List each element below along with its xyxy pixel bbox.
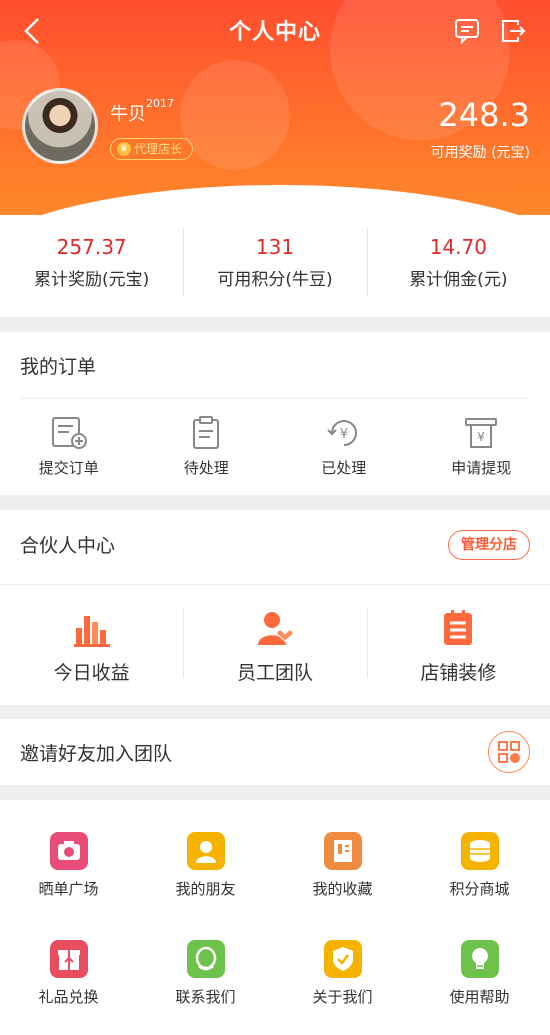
gift-icon <box>49 940 88 978</box>
grid-label: 联系我们 <box>175 988 236 1006</box>
grid-label: 积分商城 <box>449 880 510 898</box>
qr-code-icon[interactable] <box>488 731 530 773</box>
svg-text:¥: ¥ <box>340 427 348 442</box>
grid-item-show-orders[interactable]: 晒单广场 <box>0 832 137 899</box>
grid-item-gift-exchange[interactable]: 礼品兑换 <box>0 940 137 1007</box>
feature-grid: 晒单广场 我的朋友 我的收藏 积分商城 礼品兑换 联系我们 关于我们 使用帮助 <box>0 800 550 1035</box>
grid-label: 我的收藏 <box>312 880 373 898</box>
divider <box>0 584 550 585</box>
order-label: 已处理 <box>321 459 367 477</box>
stat-value: 14.70 <box>429 235 487 259</box>
order-item-pending[interactable]: 待处理 <box>138 405 276 485</box>
available-reward-value[interactable]: 248.3 <box>438 96 530 134</box>
order-label: 申请提现 <box>451 459 512 477</box>
grid-label: 晒单广场 <box>38 880 99 898</box>
username-sup: 2017 <box>146 97 174 110</box>
order-label: 待处理 <box>183 459 229 477</box>
coins-icon <box>460 832 499 870</box>
exit-icon[interactable] <box>500 18 526 44</box>
role-badge: ♛ 代理店长 <box>110 138 194 160</box>
yuan-refresh-icon: ¥ <box>324 413 364 453</box>
stat-label: 可用积分(牛豆) <box>217 270 333 290</box>
team-icon <box>255 608 295 648</box>
bulb-icon <box>460 940 499 978</box>
stat-commission[interactable]: 14.70 累计佣金(元) <box>366 215 550 317</box>
available-reward-label: 可用奖励 (元宝) <box>430 145 530 161</box>
order-item-processed[interactable]: ¥ 已处理 <box>275 405 413 485</box>
profile-header: 个人中心 牛贝2017 ♛ 代理店长 248.3 可用奖励 (元宝) <box>0 0 550 225</box>
friend-icon <box>186 832 225 870</box>
submit-order-icon <box>49 413 89 453</box>
grid-item-points-mall[interactable]: 积分商城 <box>411 832 548 899</box>
order-item-withdraw[interactable]: ¥ 申请提现 <box>413 405 550 485</box>
contact-icon <box>186 940 225 978</box>
stat-value: 257.37 <box>56 235 127 259</box>
page: 个人中心 牛贝2017 ♛ 代理店长 248.3 可用奖励 (元宝) 257.3… <box>0 0 550 1035</box>
camera-icon <box>49 832 88 870</box>
role-label: 代理店长 <box>134 142 183 156</box>
invite-title: 邀请好友加入团队 <box>20 743 173 765</box>
partner-label: 今日收益 <box>53 662 130 684</box>
message-icon[interactable] <box>454 18 480 45</box>
avatar[interactable] <box>22 88 98 164</box>
grid-label: 使用帮助 <box>449 988 510 1006</box>
stats-bar: 257.37 累计奖励(元宝) 131 可用积分(牛豆) 14.70 累计佣金(… <box>0 215 550 317</box>
grid-label: 我的朋友 <box>175 880 236 898</box>
username: 牛贝2017 <box>110 97 174 126</box>
stat-label: 累计奖励(元宝) <box>34 270 150 290</box>
shield-check-icon <box>323 940 362 978</box>
partner-item-decorate[interactable]: 店铺装修 <box>366 590 550 700</box>
nav-bar: 个人中心 <box>0 0 550 62</box>
partner-item-team[interactable]: 员工团队 <box>183 590 366 700</box>
decorate-icon <box>438 608 478 648</box>
clipboard-icon <box>186 413 226 453</box>
grid-item-friends[interactable]: 我的朋友 <box>137 832 274 899</box>
grid-label: 关于我们 <box>312 988 373 1006</box>
manage-branch-button[interactable]: 管理分店 <box>448 530 530 560</box>
bar-chart-icon <box>72 608 112 648</box>
order-item-submit[interactable]: 提交订单 <box>0 405 138 485</box>
crown-icon: ♛ <box>117 142 131 156</box>
grid-item-favorites[interactable]: 我的收藏 <box>274 832 411 899</box>
order-label: 提交订单 <box>38 459 99 477</box>
orders-title: 我的订单 <box>20 356 97 378</box>
stat-points[interactable]: 131 可用积分(牛豆) <box>183 215 366 317</box>
partner-label: 员工团队 <box>236 662 313 684</box>
stat-total-reward[interactable]: 257.37 累计奖励(元宝) <box>0 215 183 317</box>
partner-label: 店铺装修 <box>420 662 497 684</box>
orders-row: 提交订单 待处理 ¥ 已处理 ¥ 申请提现 <box>0 405 550 485</box>
partner-item-income[interactable]: 今日收益 <box>0 590 183 700</box>
divider <box>20 398 530 399</box>
grid-item-contact[interactable]: 联系我们 <box>137 940 274 1007</box>
bookmark-icon <box>323 832 362 870</box>
stat-value: 131 <box>255 235 295 259</box>
partner-row: 今日收益 员工团队 店铺装修 <box>0 590 550 700</box>
withdraw-icon: ¥ <box>461 413 501 453</box>
partner-title: 合伙人中心 <box>20 535 116 557</box>
username-text: 牛贝 <box>110 104 146 125</box>
grid-item-about[interactable]: 关于我们 <box>274 940 411 1007</box>
grid-label: 礼品兑换 <box>38 988 99 1006</box>
svg-text:¥: ¥ <box>477 430 485 444</box>
stat-label: 累计佣金(元) <box>409 270 508 290</box>
grid-item-help[interactable]: 使用帮助 <box>411 940 548 1007</box>
